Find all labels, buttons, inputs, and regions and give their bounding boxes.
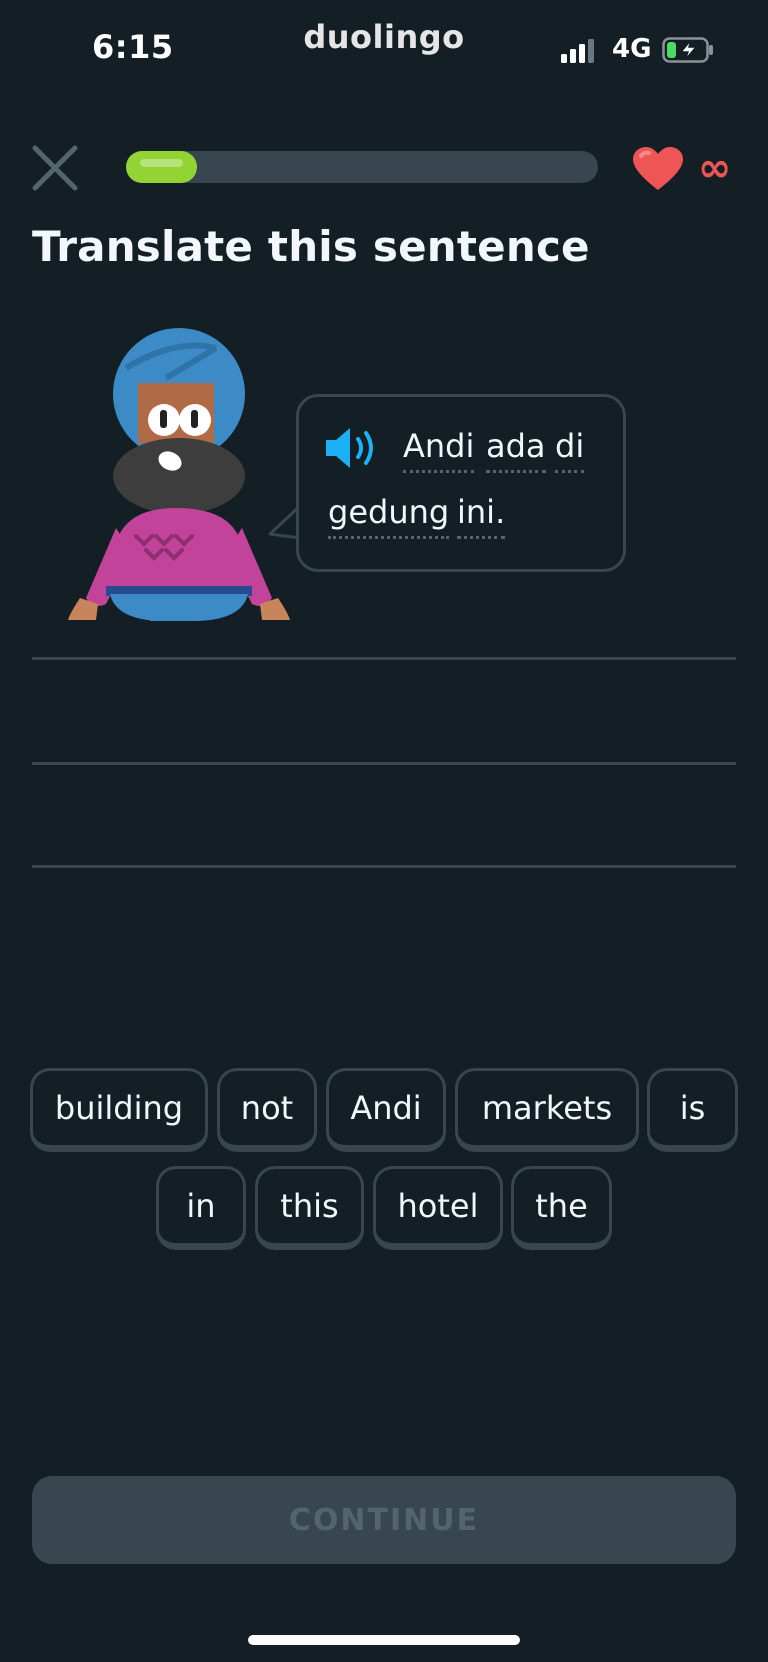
answer-line	[32, 762, 736, 765]
word-tile-andi[interactable]: Andi	[326, 1068, 446, 1152]
hearts-count[interactable]: ∞	[698, 148, 731, 188]
answer-line	[32, 865, 736, 868]
progress-bar	[126, 151, 598, 183]
word-tile-the[interactable]: the	[511, 1166, 612, 1250]
bubble-tail	[268, 504, 300, 540]
word-tile-building[interactable]: building	[30, 1068, 208, 1152]
app-label: duolingo	[303, 18, 465, 56]
prompt-word[interactable]: ini.	[457, 494, 506, 539]
home-indicator[interactable]	[248, 1635, 520, 1645]
word-tile-is[interactable]: is	[647, 1068, 738, 1152]
prompt-word[interactable]: di	[555, 428, 585, 473]
battery-icon	[662, 37, 713, 63]
word-tile-not[interactable]: not	[217, 1068, 317, 1152]
progress-fill	[126, 151, 197, 183]
signal-icon	[561, 39, 601, 63]
character-illustration	[68, 328, 290, 621]
prompt-word[interactable]: Andi	[403, 428, 475, 473]
speaker-icon[interactable]	[324, 425, 380, 471]
heart-icon[interactable]	[632, 146, 684, 192]
progress-shine	[140, 159, 183, 167]
prompt-word[interactable]: gedung	[328, 494, 450, 539]
challenge-title: Translate this sentence	[32, 222, 590, 271]
continue-button[interactable]: CONTINUE	[32, 1476, 736, 1564]
speech-bubble	[296, 394, 626, 572]
word-tile-in[interactable]: in	[156, 1166, 246, 1250]
network-type: 4G	[612, 34, 652, 64]
word-tile-this[interactable]: this	[255, 1166, 364, 1250]
close-icon[interactable]	[30, 143, 80, 193]
word-tile-hotel[interactable]: hotel	[373, 1166, 503, 1250]
answer-line	[32, 657, 736, 660]
prompt-word[interactable]: ada	[486, 428, 546, 473]
word-tile-markets[interactable]: markets	[455, 1068, 639, 1152]
